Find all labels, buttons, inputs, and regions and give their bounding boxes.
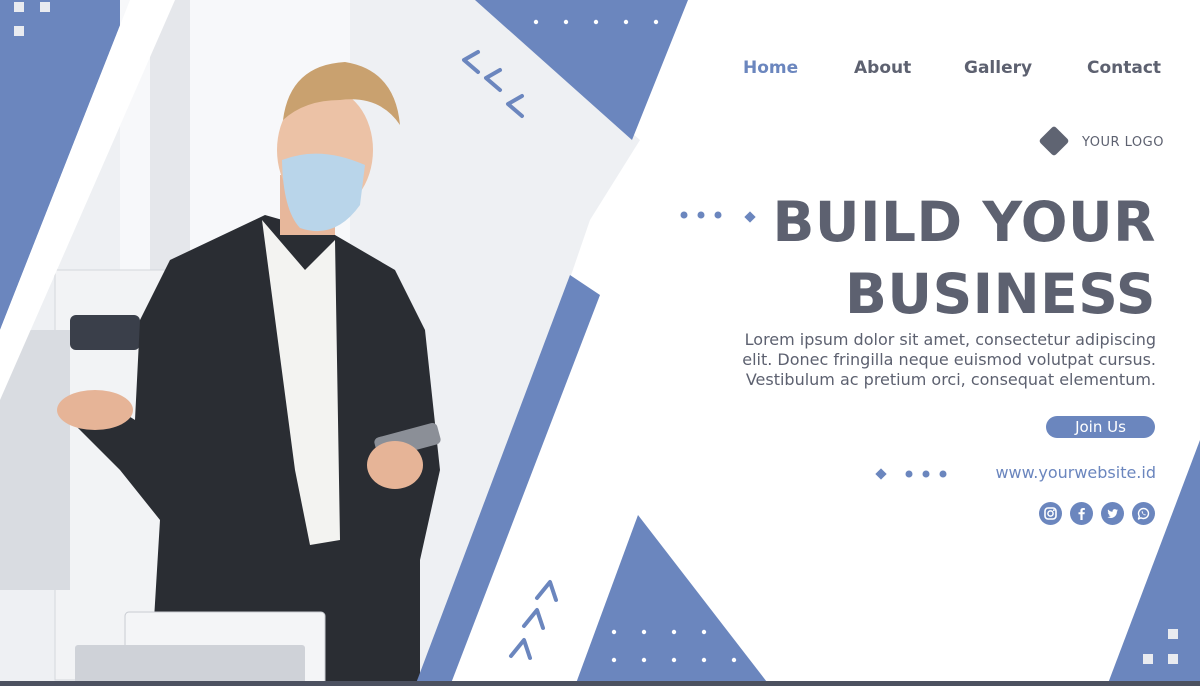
logo-text: YOUR LOGO: [1082, 135, 1164, 150]
chevrons-up-icon: [509, 580, 558, 660]
headline-dots: [680, 211, 756, 223]
facebook-icon[interactable]: [1070, 502, 1093, 525]
headline-line-2: BUSINESS: [844, 262, 1156, 326]
twitter-icon[interactable]: [1101, 502, 1124, 525]
join-us-button[interactable]: Join Us: [1046, 416, 1155, 438]
hero-description: Lorem ipsum dolor sit amet, consectetur …: [726, 330, 1156, 390]
website-url[interactable]: www.yourwebsite.id: [995, 463, 1156, 482]
website-dots: [875, 468, 947, 480]
nav-contact-link[interactable]: Contact: [1087, 58, 1161, 78]
instagram-icon[interactable]: [1039, 502, 1062, 525]
nav-home-link[interactable]: Home: [743, 58, 798, 78]
nav-gallery-link[interactable]: Gallery: [964, 58, 1032, 78]
nav-about-link[interactable]: About: [854, 58, 911, 78]
bottom-divider: [0, 681, 1200, 686]
whatsapp-icon[interactable]: [1132, 502, 1155, 525]
landing-page: Home About Gallery Contact YOUR LOGO BUI…: [0, 0, 1200, 686]
hero-description-line: Lorem ipsum dolor sit amet, consectetur …: [744, 330, 1156, 349]
hero-description-line: Vestibulum ac pretium orci, consequat el…: [745, 370, 1156, 389]
hero-description-line: elit. Donec fringilla neque euismod volu…: [742, 350, 1156, 369]
headline-line-1: BUILD YOUR: [772, 190, 1156, 254]
